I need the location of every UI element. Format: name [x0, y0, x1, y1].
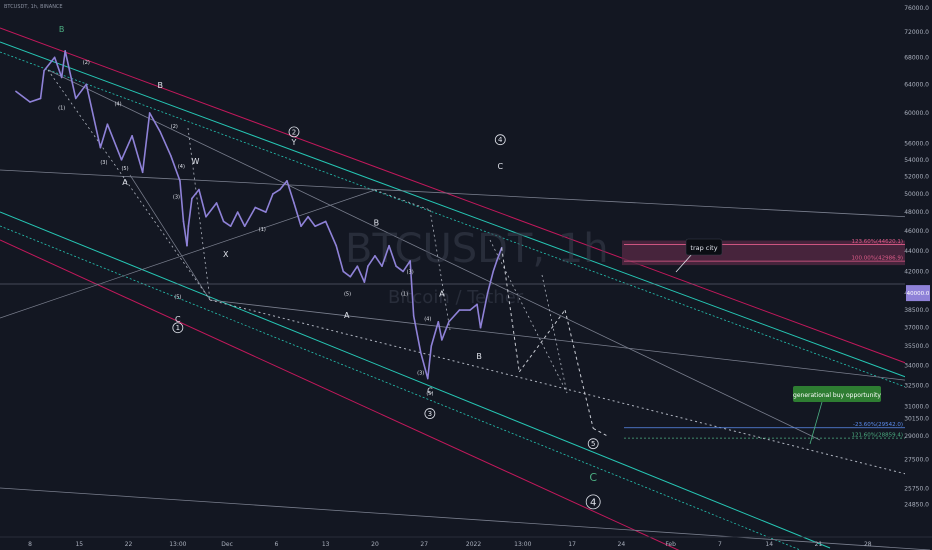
wave-label: C: [589, 471, 597, 484]
y-axis-tick-label: 48000.0: [904, 209, 929, 216]
wave-label: (3): [100, 160, 107, 166]
wave-circle-label: 4: [590, 497, 596, 508]
wave-label: B: [59, 25, 65, 34]
wave-label: B: [476, 352, 482, 361]
y-axis[interactable]: 76000.0 72000.0 68000.0 64000.0 60000.0 56000…: [904, 0, 932, 537]
wave-label: A: [439, 289, 445, 298]
y-axis-tick-label: 50000.0: [904, 191, 929, 198]
wave-circle-label: 3: [428, 410, 432, 418]
y-axis-tick-label: 56000.0: [904, 141, 929, 148]
wave-label: (4): [114, 102, 121, 108]
x-axis-tick-label: 24: [618, 541, 626, 548]
y-axis-tick-label: 76000.0: [904, 5, 929, 12]
x-axis-tick-label: 2022: [466, 541, 481, 548]
fib-level-label: 100.00%(42986.9): [851, 256, 903, 262]
y-axis-tick-label: 29000.0: [904, 433, 929, 440]
wave-label: A: [344, 311, 350, 320]
y-axis-tick-label: 52000.0: [904, 174, 929, 181]
x-axis-tick-label: 13: [322, 541, 330, 548]
x-axis-tick-label: 28: [864, 541, 872, 548]
y-axis-tick-label: 68000.0: [904, 54, 929, 61]
x-axis-tick-label: 15: [75, 541, 83, 548]
watermark-name: Bitcoin / Tether: [388, 287, 524, 308]
wave-label: B: [157, 81, 163, 90]
y-axis-tick-label: 72000.0: [904, 29, 929, 36]
x-axis-tick-label: 22: [125, 541, 133, 548]
x-axis-tick-label: Dec: [221, 541, 233, 548]
fib-level-label: -23.60%(29542.0): [853, 422, 903, 428]
wave-label: (2): [83, 60, 90, 66]
wave-label: (4): [178, 164, 185, 170]
watermark-pair: BTCUSDT, 1h: [345, 226, 609, 272]
price-chart[interactable]: BTCUSDT, 1h Bitcoin / Tether BTCUSDT, 1h…: [0, 0, 932, 550]
y-axis-tick-label: 60000.0: [904, 110, 929, 117]
symbol-label: BTCUSDT, 1h, BINANCE: [4, 4, 63, 10]
wave-label: X: [223, 250, 229, 259]
y-axis-tick-label: 24850.0: [904, 502, 929, 509]
x-axis-tick-label: 13:00: [514, 541, 531, 548]
y-axis-tick-label: 46000.0: [904, 228, 929, 235]
trap-city-callout-text: trap city: [690, 244, 717, 252]
wave-circle-label: 1: [176, 324, 180, 332]
wave-label: (5): [121, 166, 128, 172]
wave-label: (1): [58, 105, 65, 111]
y-axis-tick-label: 44000.0: [904, 248, 929, 255]
wave-circle-label: 2: [292, 128, 296, 136]
y-axis-tick-label: 64000.0: [904, 81, 929, 88]
y-axis-tick-label: 35500.0: [904, 343, 929, 350]
wave-label: (5): [174, 295, 181, 301]
wave-label: (3): [407, 270, 414, 276]
wave-label: W: [191, 157, 199, 166]
wave-circle-label: 4: [498, 136, 503, 144]
y-axis-tick-label: 25750.0: [904, 486, 929, 493]
wave-label: (5): [344, 291, 351, 297]
wave-label: C: [497, 162, 503, 171]
y-axis-tick-label: 54000.0: [904, 157, 929, 164]
y-axis-tick-label: 32500.0: [904, 382, 929, 389]
wave-label: (4): [424, 317, 431, 323]
x-axis-tick-label: 17: [568, 541, 576, 548]
y-axis-tick-label: 27500.0: [904, 457, 929, 464]
fib-level-label: 123.60%(44620.1): [851, 239, 903, 245]
wave-label: Y: [291, 138, 297, 147]
current-price-label: 40000.0: [907, 291, 930, 297]
wave-label: A: [122, 178, 128, 187]
x-axis-tick-label: Feb: [665, 541, 676, 548]
chart-background: [0, 0, 932, 550]
x-axis-tick-label: 13:00: [169, 541, 186, 548]
wave-label: (3): [173, 194, 180, 200]
y-axis-tick-label: 42000.0: [904, 268, 929, 275]
x-axis-tick-label: 20: [371, 541, 379, 548]
wave-label: (1): [401, 291, 408, 297]
y-axis-tick-label: 34000.0: [904, 362, 929, 369]
x-axis-tick-label: 8: [28, 541, 32, 548]
y-axis-tick-label: 38500.0: [904, 307, 929, 314]
wave-label: B: [374, 218, 380, 227]
x-axis-tick-label: 21: [815, 541, 823, 548]
wave-label: (1): [259, 227, 266, 233]
wave-label: (5): [426, 391, 433, 397]
y-axis-tick-label: 37000.0: [904, 325, 929, 332]
wave-circle-label: 5: [591, 440, 595, 448]
buy-callout-text: generational buy opportunity: [793, 392, 881, 399]
wave-label: (3): [417, 371, 424, 377]
wave-label: (2): [171, 124, 178, 130]
x-axis-tick-label: 27: [420, 541, 428, 548]
x-axis-tick-label: 6: [274, 541, 278, 548]
x-axis-tick-label: 7: [718, 541, 722, 548]
fib-level-label: 121.60%(28859.4): [851, 433, 903, 439]
y-axis-tick-label: 31000.0: [904, 403, 929, 410]
x-axis-tick-label: 14: [765, 541, 773, 548]
y-axis-tick-label: 30150.0: [904, 416, 929, 423]
